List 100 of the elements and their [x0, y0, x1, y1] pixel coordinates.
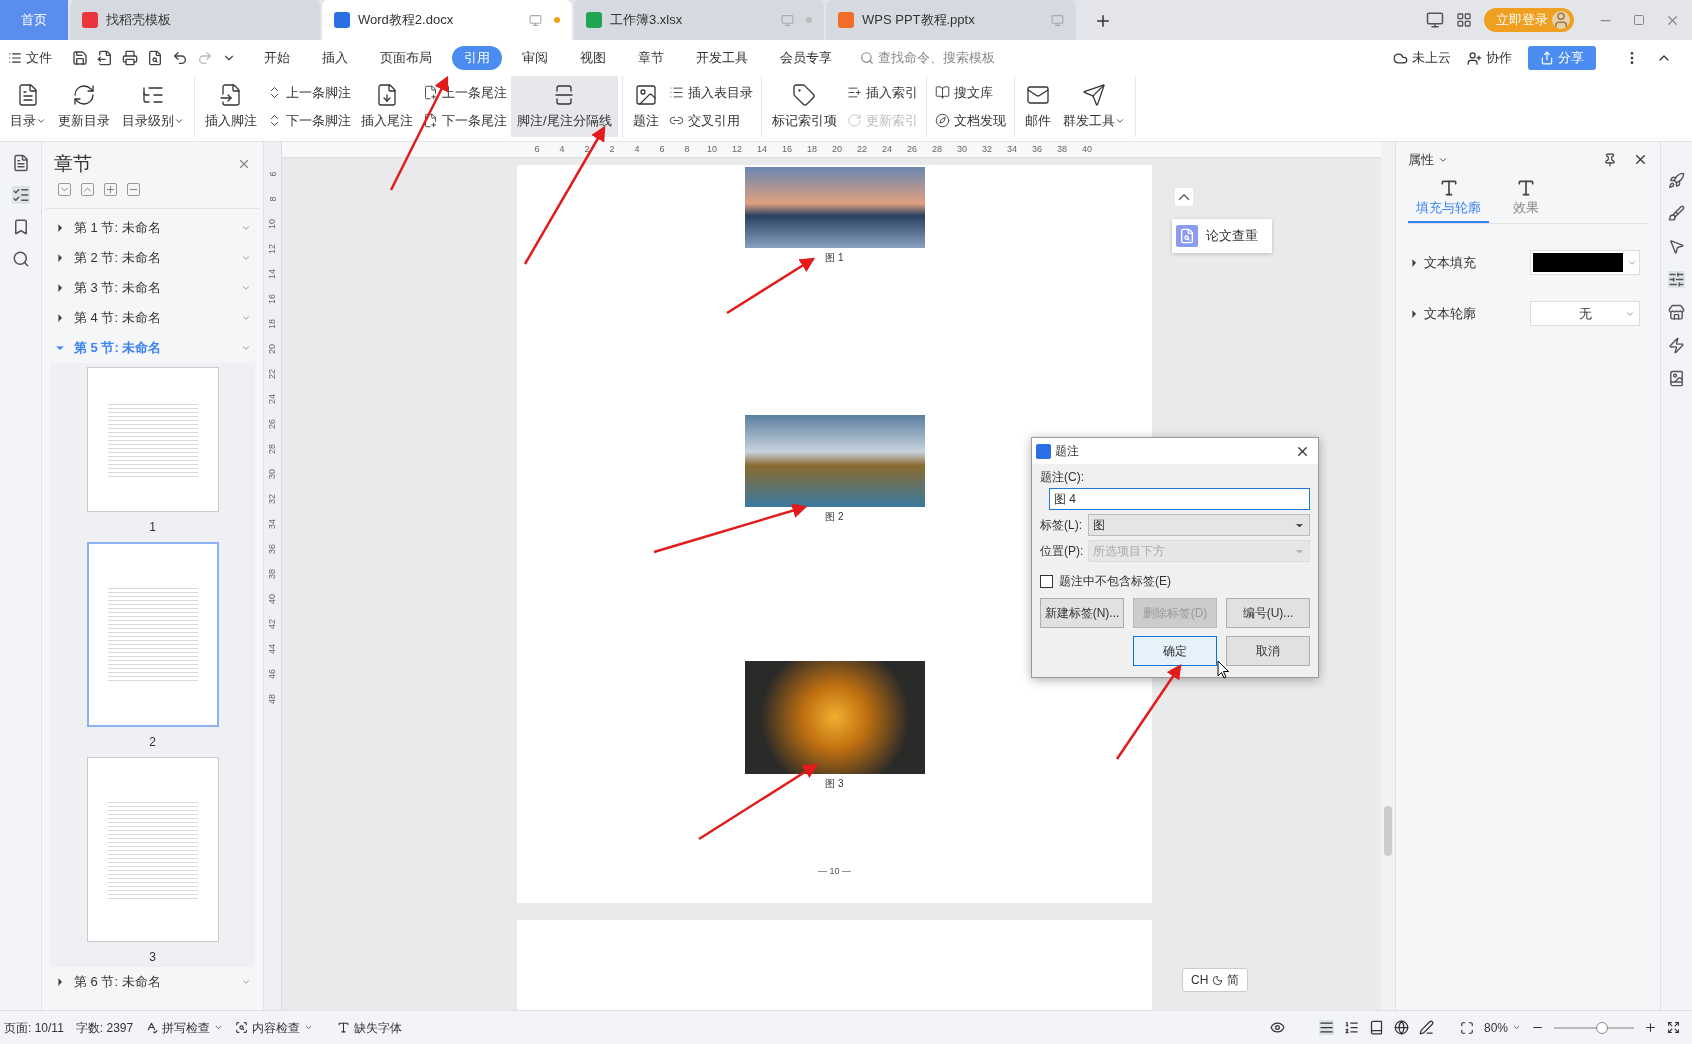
- property-label[interactable]: 文本轮廓: [1408, 303, 1476, 324]
- ribbon-button[interactable]: 邮件: [1018, 76, 1057, 137]
- ribbon-tab[interactable]: 开发工具: [684, 46, 760, 70]
- ribbon-button[interactable]: 目录: [4, 76, 52, 137]
- brush-icon[interactable]: [1668, 205, 1685, 222]
- ribbon-button[interactable]: 插入脚注: [199, 76, 263, 137]
- ribbon-tab[interactable]: 审阅: [510, 46, 560, 70]
- pin-icon[interactable]: [1603, 152, 1617, 167]
- file-menu[interactable]: 文件: [8, 48, 60, 68]
- plus-icon[interactable]: [104, 182, 117, 196]
- search-icon[interactable]: [11, 250, 30, 268]
- outline-view-icon[interactable]: [1343, 1020, 1359, 1035]
- ribbon-button[interactable]: 群发工具: [1056, 76, 1131, 137]
- zoom-level[interactable]: 80%: [1483, 1018, 1521, 1037]
- ribbon-tab[interactable]: 会员专享: [768, 46, 844, 70]
- expand-down-icon[interactable]: [58, 182, 71, 196]
- export-icon[interactable]: [97, 50, 113, 66]
- web-view-icon[interactable]: [1393, 1020, 1409, 1035]
- ribbon-button[interactable]: 更新目录: [52, 76, 116, 137]
- ribbon-button[interactable]: 标记索引项: [765, 76, 843, 137]
- section-item[interactable]: 第 6 节: 未命名: [42, 966, 263, 997]
- store-icon[interactable]: [1668, 304, 1685, 321]
- ribbon-tab[interactable]: 开始: [252, 46, 302, 70]
- collapse-up-icon[interactable]: [81, 182, 94, 196]
- new-tab-icon[interactable]: [1094, 12, 1112, 30]
- sliders-icon[interactable]: [1668, 271, 1685, 288]
- preview-icon[interactable]: [147, 50, 163, 66]
- section-item[interactable]: 第 3 节: 未命名: [42, 272, 263, 303]
- ribbon-small-button[interactable]: 上一条尾注: [423, 83, 507, 103]
- document-tab[interactable]: 工作簿3.xlsx: [574, 0, 824, 40]
- page-thumbnail[interactable]: [86, 366, 219, 512]
- section-item[interactable]: 第 4 节: 未命名: [42, 302, 263, 333]
- chapter-icon[interactable]: [11, 186, 30, 204]
- dialog-button[interactable]: 确定: [1133, 636, 1217, 666]
- print-icon[interactable]: [122, 50, 138, 66]
- status-tool-button[interactable]: 内容检查: [235, 1018, 314, 1037]
- ribbon-small-button[interactable]: 文档发现: [934, 110, 1006, 130]
- missing-font-button[interactable]: 缺失字体: [337, 1018, 403, 1037]
- ribbon-tab[interactable]: 插入: [310, 46, 360, 70]
- ribbon-small-button[interactable]: 上一条脚注: [267, 83, 351, 103]
- ribbon-tab[interactable]: 视图: [568, 46, 618, 70]
- section-item[interactable]: 第 2 节: 未命名: [42, 242, 263, 273]
- document-tab[interactable]: WPS PPT教程.pptx: [826, 0, 1076, 40]
- eye-icon[interactable]: [1269, 1020, 1285, 1035]
- ribbon-button[interactable]: 题注: [626, 76, 665, 137]
- dialog-button[interactable]: 取消: [1226, 636, 1310, 666]
- grid-icon[interactable]: [1456, 12, 1472, 28]
- ribbon-button[interactable]: 脚注/尾注分隔线: [511, 76, 618, 137]
- section-item[interactable]: 第 1 节: 未命名: [42, 212, 263, 243]
- pointer-icon[interactable]: [1668, 238, 1685, 255]
- outline-select[interactable]: 无: [1530, 301, 1640, 326]
- ribbon-small-button[interactable]: 下一条尾注: [423, 110, 507, 130]
- page-thumbnail[interactable]: [86, 541, 219, 727]
- ribbon-small-button[interactable]: 交叉引用: [668, 110, 753, 130]
- book-search-icon[interactable]: [1668, 370, 1685, 387]
- ribbon-tab[interactable]: 页面布局: [368, 46, 444, 70]
- property-label[interactable]: 文本填充: [1408, 252, 1476, 273]
- ribbon-button[interactable]: 目录级别: [116, 76, 190, 137]
- outline-icon[interactable]: [11, 154, 30, 172]
- ribbon-tab[interactable]: 章节: [626, 46, 676, 70]
- ribbon-small-button[interactable]: 搜文库: [934, 83, 1006, 103]
- dropdown-field[interactable]: 图: [1088, 514, 1310, 536]
- caption-input[interactable]: 图 4: [1049, 488, 1310, 510]
- page-thumbnail[interactable]: [86, 756, 219, 942]
- zoom-thumb[interactable]: [1596, 1021, 1608, 1034]
- dialog-button[interactable]: 新建标签(N)...: [1040, 598, 1124, 628]
- screen-icon[interactable]: [1426, 11, 1444, 29]
- maximize-icon[interactable]: [1633, 14, 1645, 26]
- reading-view-icon[interactable]: [1368, 1020, 1384, 1035]
- scroll-thumb[interactable]: [1384, 806, 1392, 856]
- paper-check-button[interactable]: 论文查重: [1172, 219, 1272, 253]
- ribbon-small-button[interactable]: 插入索引: [846, 83, 918, 103]
- lightning-icon[interactable]: [1668, 337, 1685, 354]
- zoom-in-icon[interactable]: [1644, 1021, 1657, 1034]
- ribbon-small-button[interactable]: 下一条脚注: [267, 110, 351, 130]
- color-picker[interactable]: [1530, 250, 1640, 275]
- ribbon-button[interactable]: 插入尾注: [355, 76, 419, 137]
- panel-tab[interactable]: 效果: [1505, 177, 1547, 223]
- rocket-icon[interactable]: [1668, 172, 1685, 189]
- ribbon-small-button[interactable]: 插入表目录: [668, 83, 753, 103]
- page-view-icon[interactable]: [1318, 1020, 1334, 1035]
- exclude-label-checkbox[interactable]: 题注中不包含标签(E): [1040, 572, 1310, 590]
- page-number: 2: [149, 733, 156, 751]
- document-tab[interactable]: Word教程2.docx: [322, 0, 572, 40]
- undo-icon[interactable]: [172, 50, 188, 66]
- fullscreen-icon[interactable]: [1667, 1021, 1680, 1034]
- command-search[interactable]: 查找命令、搜索模板: [860, 48, 995, 68]
- status-tool-button[interactable]: 拼写检查: [145, 1018, 224, 1037]
- save-icon[interactable]: [72, 50, 88, 66]
- collaborate-button[interactable]: 协作: [1467, 48, 1512, 68]
- pen-icon[interactable]: [1418, 1020, 1434, 1035]
- ruler-number: 4: [633, 142, 641, 156]
- dialog-button[interactable]: 编号(U)...: [1226, 598, 1310, 628]
- panel-title[interactable]: 属性: [1408, 150, 1448, 170]
- panel-tab[interactable]: 填充与轮廓: [1408, 177, 1489, 223]
- collapse-icon[interactable]: [1175, 188, 1193, 206]
- fit-icon[interactable]: [1459, 1020, 1474, 1035]
- document-tab[interactable]: 找稻壳模板: [70, 0, 320, 40]
- minus-icon[interactable]: [127, 182, 140, 196]
- cloud-button[interactable]: 未上云: [1393, 48, 1451, 68]
